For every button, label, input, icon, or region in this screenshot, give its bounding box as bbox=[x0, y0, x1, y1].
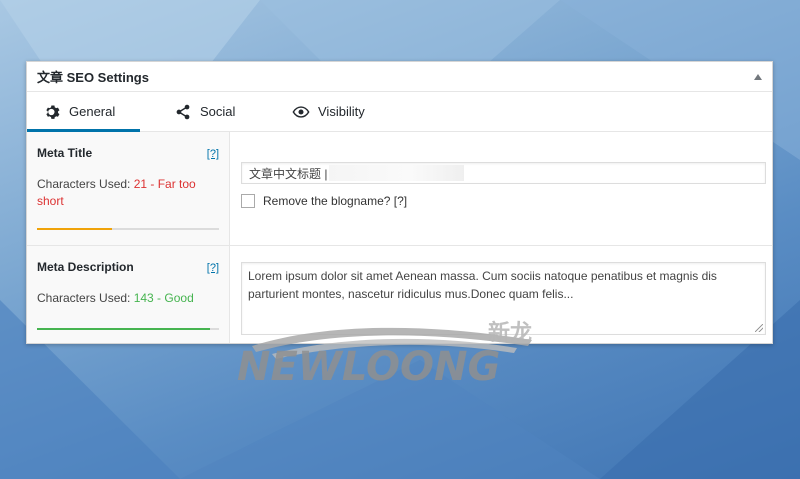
collapse-arrow-icon[interactable] bbox=[754, 73, 762, 80]
tab-visibility-label: Visibility bbox=[318, 104, 365, 119]
meta-title-field-area: 文章中文标题 | Remove the blogname? [?] bbox=[230, 132, 772, 245]
meta-title-help-link[interactable]: [?] bbox=[207, 148, 219, 160]
tab-social-label: Social bbox=[200, 104, 236, 119]
panel-title: 文章 SEO Settings bbox=[37, 70, 149, 85]
meta-title-char-count: Characters Used: 21 - Far too short bbox=[37, 176, 219, 210]
meta-description-label: Meta Description bbox=[37, 260, 134, 274]
meta-description-progress-fill bbox=[37, 328, 210, 330]
svg-text:NEWLOONG: NEWLOONG bbox=[237, 344, 500, 388]
share-icon bbox=[174, 103, 192, 121]
eye-icon bbox=[292, 103, 310, 121]
tab-general[interactable]: General bbox=[27, 92, 140, 132]
meta-title-label: Meta Title bbox=[37, 146, 93, 160]
remove-blogname-option: Remove the blogname? [?] bbox=[241, 194, 766, 208]
svg-text:新龙: 新龙 bbox=[488, 320, 532, 346]
meta-description-progress-bar bbox=[37, 328, 219, 330]
meta-title-sidebar: Meta Title [?] Characters Used: 21 - Far… bbox=[27, 132, 230, 245]
redacted-blogname bbox=[329, 165, 465, 181]
meta-title-input-value: 文章中文标题 | bbox=[249, 166, 328, 181]
remove-blogname-label: Remove the blogname? [?] bbox=[263, 194, 408, 208]
meta-title-input[interactable]: 文章中文标题 | bbox=[241, 162, 766, 184]
meta-description-sidebar: Meta Description [?] Characters Used: 14… bbox=[27, 246, 230, 343]
remove-blogname-checkbox[interactable] bbox=[241, 194, 255, 208]
meta-description-text: Lorem ipsum dolor sit amet Aenean massa.… bbox=[248, 269, 717, 301]
panel-header: 文章 SEO Settings bbox=[27, 62, 772, 92]
meta-description-chars-status: 143 - Good bbox=[133, 291, 194, 305]
meta-description-chars-prefix: Characters Used: bbox=[37, 291, 134, 305]
seo-settings-panel: 文章 SEO Settings General Social Visibilit… bbox=[26, 61, 773, 344]
tab-visibility[interactable]: Visibility bbox=[276, 92, 377, 131]
tab-general-label: General bbox=[69, 104, 116, 119]
gear-icon bbox=[43, 103, 61, 121]
meta-title-chars-prefix: Characters Used: bbox=[37, 177, 134, 191]
meta-title-row: Meta Title [?] Characters Used: 21 - Far… bbox=[27, 132, 772, 246]
resize-handle-icon[interactable] bbox=[755, 324, 763, 332]
meta-title-progress-bar bbox=[37, 228, 219, 230]
meta-description-char-count: Characters Used: 143 - Good bbox=[37, 290, 219, 307]
meta-title-progress-fill bbox=[37, 228, 112, 230]
tab-bar: General Social Visibility bbox=[27, 92, 772, 132]
meta-description-help-link[interactable]: [?] bbox=[207, 262, 219, 274]
tab-social[interactable]: Social bbox=[158, 92, 268, 131]
newloong-watermark-logo: NEWLOONG 新龙 bbox=[232, 318, 582, 390]
